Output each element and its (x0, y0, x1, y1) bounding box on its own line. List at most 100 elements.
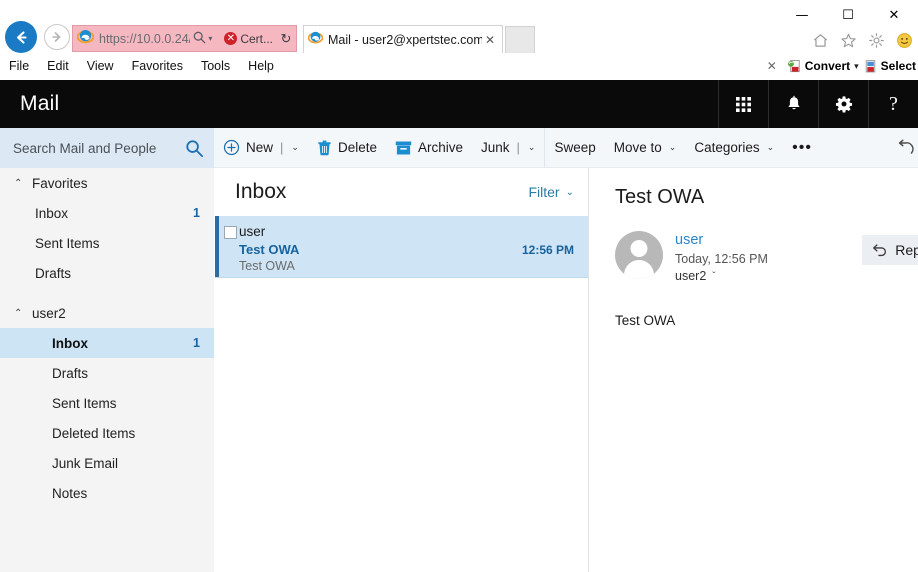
message-meta-text: user Today, 12:56 PM user2 ˇ (675, 231, 768, 283)
avatar-body-shape (624, 260, 654, 279)
select-label: Select (880, 59, 916, 73)
chevron-down-icon[interactable]: ˇ (712, 271, 715, 282)
menu-item-favorites[interactable]: Favorites (123, 55, 192, 77)
message-checkbox[interactable] (224, 226, 237, 239)
junk-button[interactable]: Junk | ⌄ (472, 128, 544, 168)
message-recipient: user2 (675, 269, 707, 283)
move-to-button[interactable]: Move to ⌄ (605, 128, 686, 168)
search-icon[interactable] (174, 139, 214, 158)
sidebar-item-drafts[interactable]: Drafts (0, 358, 214, 388)
owa-header-bar: Mail ? (0, 80, 918, 128)
filter-button[interactable]: Filter ⌄ (528, 184, 574, 200)
junk-label: Junk (481, 140, 510, 155)
browser-chrome: — ☐ ✕ https://10.0.0.24/ ▾ ✕ Cert... ↻ M… (0, 0, 918, 80)
sidebar-item-junk-email[interactable]: Junk Email (0, 448, 214, 478)
app-launcher-grid-icon[interactable] (718, 80, 768, 128)
menu-item-edit[interactable]: Edit (38, 55, 78, 77)
search-input[interactable]: Search Mail and People (0, 128, 214, 168)
message-body: Test OWA (615, 313, 676, 328)
refresh-icon[interactable]: ↻ (276, 31, 296, 47)
avatar-head-shape (630, 240, 648, 257)
delete-label: Delete (337, 140, 377, 155)
browser-tab[interactable]: Mail - user2@xpertstec.com ✕ (303, 25, 503, 53)
sidebar-item-favorites-drafts[interactable]: Drafts (0, 258, 214, 288)
owa-app-title: Mail (20, 92, 60, 115)
sidebar-item-label: Sent Items (35, 235, 100, 251)
move-to-label: Move to (613, 140, 662, 155)
undo-arrow-icon (898, 139, 914, 154)
help-question-icon[interactable]: ? (868, 80, 918, 128)
sidebar-item-deleted-items[interactable]: Deleted Items (0, 418, 214, 448)
menu-item-help[interactable]: Help (239, 55, 283, 77)
certificate-error-indicator[interactable]: ✕ Cert... (220, 32, 276, 46)
menu-item-view[interactable]: View (78, 55, 123, 77)
more-commands-button[interactable]: ••• (783, 128, 821, 168)
ie-settings-gear-icon[interactable] (866, 30, 886, 50)
feedback-smiley-icon[interactable] (894, 30, 914, 50)
browser-titlebar: — ☐ ✕ https://10.0.0.24/ ▾ ✕ Cert... ↻ M… (0, 0, 918, 55)
pdf-convert-icon (787, 59, 800, 72)
account-label: user2 (32, 305, 66, 321)
chevron-down-icon[interactable]: ⌄ (528, 142, 536, 153)
maximize-icon: ☐ (842, 7, 854, 23)
search-placeholder: Search Mail and People (13, 140, 157, 156)
command-bar: New | ⌄ Delete Archive Junk | ⌄ Sweep Mo… (214, 127, 918, 168)
browser-forward-button[interactable] (44, 24, 70, 50)
sweep-button[interactable]: Sweep (545, 128, 604, 168)
pdf-toolbar: ✕ Convert ▾ Select (761, 55, 916, 77)
undo-button[interactable] (887, 128, 918, 168)
chevron-up-icon: ⌃ (14, 307, 23, 319)
new-pipe: | (280, 140, 284, 155)
ellipsis-icon: ••• (792, 138, 812, 156)
reply-button[interactable]: Reply (862, 235, 918, 265)
folder-navigation-pane: ⌃ Favorites Inbox 1 Sent Items Drafts ⌃ … (0, 168, 214, 572)
chevron-down-icon[interactable]: ⌄ (291, 142, 299, 153)
message-header-block: user Today, 12:56 PM user2 ˇ Reply (615, 231, 918, 283)
address-url-text: https://10.0.0.24/ (99, 31, 191, 46)
back-arrow-icon (16, 30, 27, 44)
pdf-toolbar-close-icon[interactable]: ✕ (761, 59, 783, 73)
archive-button[interactable]: Archive (386, 128, 472, 168)
categories-label: Categories (694, 140, 760, 155)
sidebar-item-favorites-sent-items[interactable]: Sent Items (0, 228, 214, 258)
window-maximize-button[interactable]: ☐ (825, 0, 871, 30)
sidebar-item-inbox[interactable]: Inbox 1 (0, 328, 214, 358)
window-close-button[interactable]: ✕ (871, 0, 917, 30)
notifications-bell-icon[interactable] (768, 80, 818, 128)
chevron-down-icon: ⌄ (565, 186, 574, 198)
reading-pane: Test OWA user Today, 12:56 PM user2 ˇ Re… (590, 168, 918, 572)
categories-button[interactable]: Categories ⌄ (685, 128, 783, 168)
home-icon[interactable] (810, 30, 830, 50)
browser-back-button[interactable] (5, 21, 37, 53)
pdf-select-icon (865, 59, 875, 72)
menu-item-tools[interactable]: Tools (192, 55, 239, 77)
new-tab-button[interactable] (505, 26, 535, 53)
reply-arrow-icon (873, 244, 887, 257)
favorites-group-header[interactable]: ⌃ Favorites (0, 168, 214, 198)
sidebar-item-favorites-inbox[interactable]: Inbox 1 (0, 198, 214, 228)
message-recipients-row[interactable]: user2 ˇ (675, 269, 768, 283)
message-sender-link[interactable]: user (675, 231, 768, 250)
tab-close-icon[interactable]: ✕ (482, 33, 498, 47)
address-search-caret-icon[interactable]: ▾ (208, 34, 220, 43)
account-group-header[interactable]: ⌃ user2 (0, 298, 214, 328)
menu-item-file[interactable]: File (0, 55, 38, 77)
sidebar-item-notes[interactable]: Notes (0, 478, 214, 508)
sidebar-item-sent-items[interactable]: Sent Items (0, 388, 214, 418)
message-list-item[interactable]: user Test OWA 12:56 PM Test OWA (215, 216, 588, 278)
favorites-star-icon[interactable] (838, 30, 858, 50)
browser-toolbar-icons (810, 30, 914, 50)
selection-accent-bar (215, 216, 219, 277)
new-button[interactable]: New | ⌄ (214, 128, 308, 168)
page-title: Inbox (235, 180, 287, 203)
address-bar[interactable]: https://10.0.0.24/ ▾ ✕ Cert... ↻ (72, 25, 297, 52)
settings-gear-icon[interactable] (818, 80, 868, 128)
select-pdf-button[interactable]: Select (863, 59, 916, 74)
sidebar-item-label: Notes (52, 485, 88, 501)
convert-to-pdf-button[interactable]: Convert (787, 59, 850, 74)
address-search-icon[interactable] (190, 31, 208, 47)
window-minimize-button[interactable]: — (779, 0, 825, 30)
convert-caret-icon[interactable]: ▾ (854, 61, 859, 72)
delete-button[interactable]: Delete (308, 128, 386, 168)
